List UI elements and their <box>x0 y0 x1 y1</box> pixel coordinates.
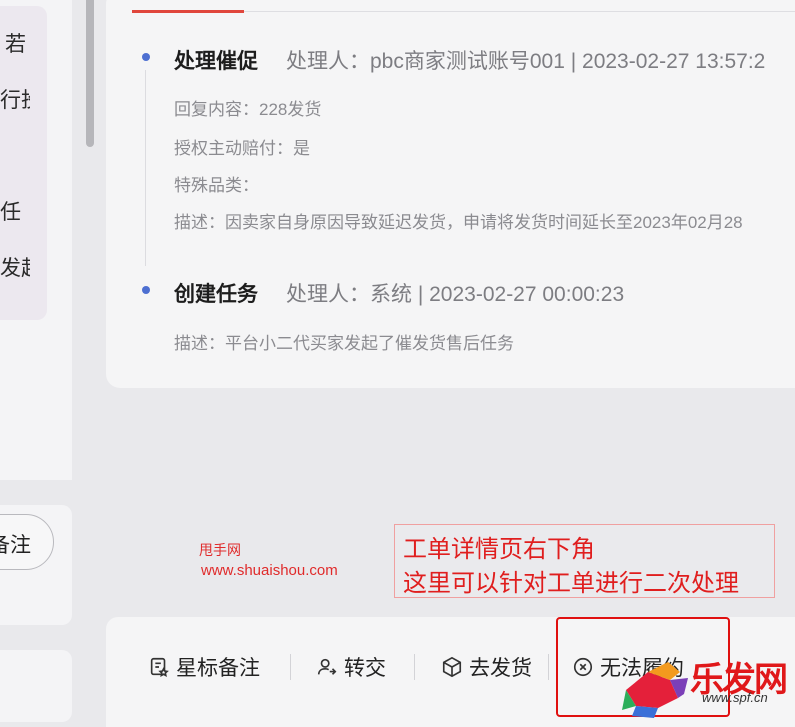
action-separator <box>290 654 291 680</box>
transfer-button[interactable]: 转交 <box>316 652 386 682</box>
annotation-line: 工单详情页右下角 <box>403 536 595 563</box>
action-separator <box>414 654 415 680</box>
package-icon <box>442 656 462 678</box>
timeline-detail: 描述：因卖家自身原因导致延迟发货，申请将发货时间延长至2023年02月28 <box>174 213 743 232</box>
tab-divider <box>244 11 795 12</box>
scrollbar-thumb[interactable] <box>86 0 94 147</box>
timeline-line <box>145 70 146 266</box>
active-tab-indicator <box>132 10 244 13</box>
timeline-entry-meta: 处理人：系统 | 2023-02-27 00:00:23 <box>286 283 625 306</box>
left-bottom-card <box>0 650 72 722</box>
timeline-dot <box>142 53 150 61</box>
ship-label: 去发货 <box>469 657 532 680</box>
left-fragment: 发起 <box>0 257 30 280</box>
annotation-line: 这里可以针对工单进行二次处理 <box>403 570 739 597</box>
logo-site-url: www.spf.cn <box>702 690 768 705</box>
timeline-entry-title: 创建任务 <box>174 283 258 306</box>
timeline-detail: 描述：平台小二代买家发起了催发货售后任务 <box>174 334 514 353</box>
left-fragment: 任 <box>0 201 21 224</box>
note-button-label: 备注 <box>0 534 31 557</box>
timeline-detail: 回复内容：228发货 <box>174 100 322 119</box>
star-note-button[interactable]: 星标备注 <box>148 652 260 682</box>
left-info-card: 若 行投 任 发起 <box>0 6 47 320</box>
star-note-icon <box>150 657 169 677</box>
watermark-url: www.shuaishou.com <box>201 562 338 579</box>
transfer-user-icon <box>317 658 337 675</box>
annotation-box: 工单详情页右下角 这里可以针对工单进行二次处理 <box>394 524 775 598</box>
left-fragment: 行投 <box>0 89 30 112</box>
timeline-detail: 授权主动赔付：是 <box>174 139 310 158</box>
watermark-title: 甩手网 <box>199 542 241 558</box>
timeline-detail: 特殊品类： <box>174 176 259 195</box>
ship-button[interactable]: 去发货 <box>441 652 532 682</box>
note-button[interactable]: 备注 <box>0 514 54 570</box>
left-fragment: 若 <box>5 33 26 56</box>
timeline-entry-meta: 处理人：pbc商家测试账号001 | 2023-02-27 13:57:2 <box>286 50 766 73</box>
action-separator <box>548 654 549 680</box>
timeline-entry-title: 处理催促 <box>174 50 258 73</box>
star-note-label: 星标备注 <box>176 657 260 680</box>
transfer-label: 转交 <box>344 657 386 680</box>
timeline-dot <box>142 286 150 294</box>
